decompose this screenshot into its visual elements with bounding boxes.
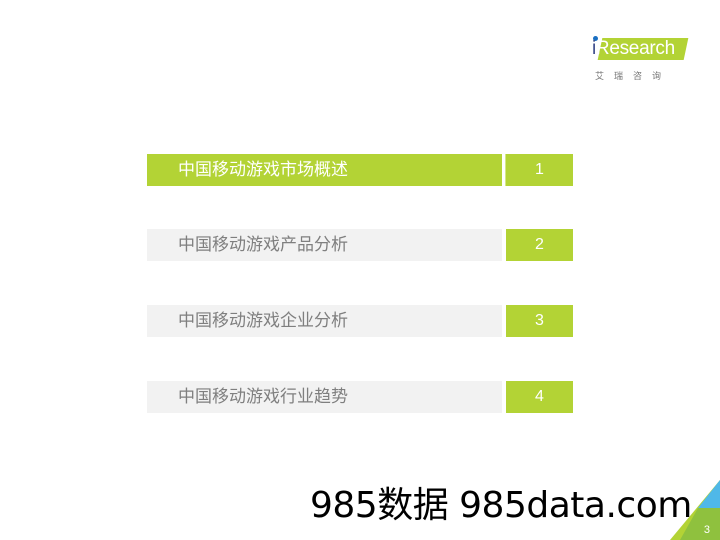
iresearch-logo: iResearch 艾瑞咨询 bbox=[592, 36, 692, 86]
logo-research: Research bbox=[595, 38, 675, 59]
toc-item-label: 中国移动游戏产品分析 bbox=[147, 229, 502, 261]
toc-item-number: 3 bbox=[506, 305, 573, 337]
toc-item-label: 中国移动游戏行业趋势 bbox=[147, 381, 502, 413]
logo-chinese-name: 艾瑞咨询 bbox=[595, 72, 672, 82]
toc-item-1[interactable]: 中国移动游戏市场概述 1 bbox=[147, 154, 573, 186]
toc-item-label: 中国移动游戏市场概述 bbox=[147, 154, 502, 186]
logo-wordmark: iResearch bbox=[592, 38, 675, 60]
toc-item-number: 4 bbox=[506, 381, 573, 413]
toc-item-3[interactable]: 中国移动游戏企业分析 3 bbox=[147, 305, 573, 337]
page-number: 3 bbox=[703, 524, 710, 536]
toc-item-number: 1 bbox=[505, 154, 573, 186]
toc-item-4[interactable]: 中国移动游戏行业趋势 4 bbox=[147, 381, 573, 413]
toc-item-label: 中国移动游戏企业分析 bbox=[147, 305, 502, 337]
watermark-text: 985数据 985data.com bbox=[310, 485, 692, 526]
toc-item-number: 2 bbox=[506, 229, 573, 261]
toc-item-2[interactable]: 中国移动游戏产品分析 2 bbox=[147, 229, 573, 261]
